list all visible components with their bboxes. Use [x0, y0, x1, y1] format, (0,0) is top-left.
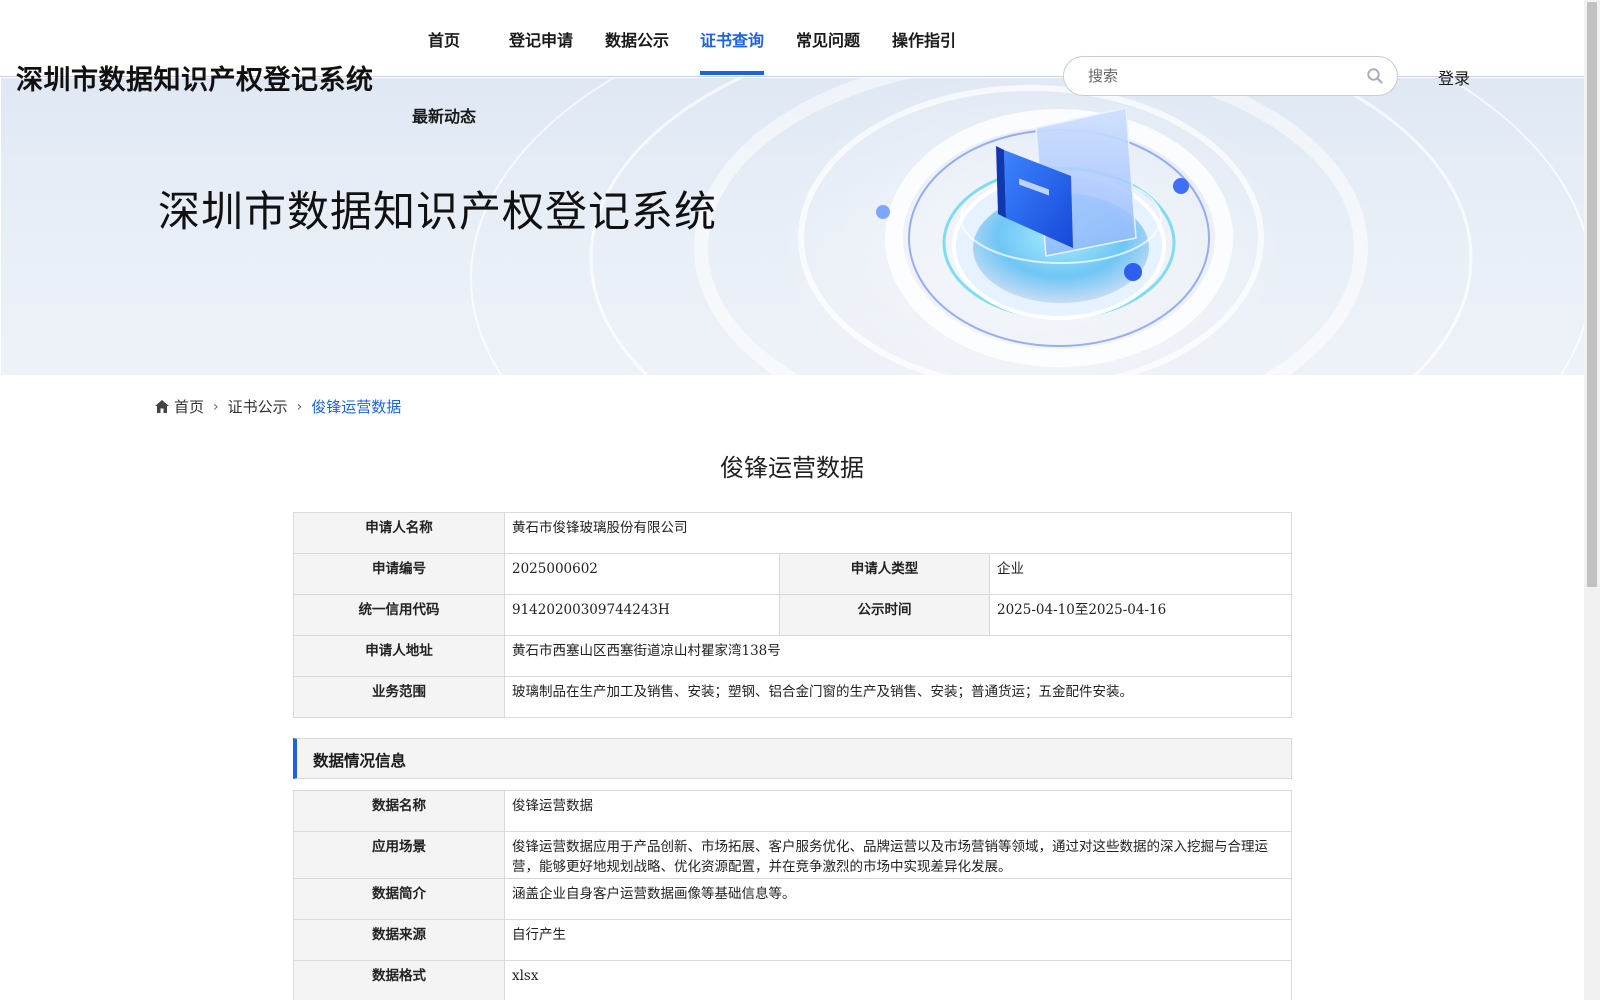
applicant-name-label: 申请人名称: [293, 512, 505, 554]
page: 深圳市数据知识产权登记系统 首页 登记申请 数据公示 证书查询 常见问题 操作指…: [0, 0, 1600, 1000]
data-info-section-header: 数据情况信息: [293, 738, 1292, 779]
search-input[interactable]: [1088, 65, 1348, 87]
nav-data-publicity[interactable]: 数据公示: [605, 27, 669, 51]
search-icon[interactable]: [1366, 67, 1384, 85]
applicant-name-value: 黄石市俊锋玻璃股份有限公司: [504, 512, 1292, 554]
table-row: 数据名称 俊锋运营数据: [293, 790, 1292, 832]
table-row: 统一信用代码 91420200309744243H 公示时间 2025-04-1…: [293, 594, 1292, 636]
home-icon: [155, 400, 169, 413]
table-row: 申请编号 2025000602 申请人类型 企业: [293, 553, 1292, 595]
hero-title: 深圳市数据知识产权登记系统: [158, 187, 718, 236]
data-info-table: 数据名称 俊锋运营数据 应用场景 俊锋运营数据应用于产品创新、市场拓展、客户服务…: [293, 790, 1292, 1000]
data-name-label: 数据名称: [293, 790, 505, 832]
data-summary-value: 涵盖企业自身客户运营数据画像等基础信息等。: [504, 878, 1292, 920]
scrollbar-thumb[interactable]: [1587, 2, 1597, 587]
data-name-value: 俊锋运营数据: [504, 790, 1292, 832]
breadcrumb-current: 俊锋运营数据: [311, 398, 402, 416]
business-scope-label: 业务范围: [293, 676, 505, 718]
credit-code-value: 91420200309744243H: [504, 594, 780, 636]
table-row: 申请人地址 黄石市西塞山区西塞街道凉山村瞿家湾138号: [293, 635, 1292, 677]
table-row: 数据格式 xlsx: [293, 960, 1292, 1000]
vertical-scrollbar[interactable]: [1584, 0, 1600, 1000]
publicity-period-label: 公示时间: [779, 594, 990, 636]
search-box[interactable]: [1063, 56, 1398, 96]
nav-faq[interactable]: 常见问题: [796, 27, 860, 51]
applicant-info-table: 申请人名称 黄石市俊锋玻璃股份有限公司 申请编号 2025000602 申请人类…: [293, 512, 1292, 718]
nav-active-indicator: [700, 71, 764, 75]
table-row: 应用场景 俊锋运营数据应用于产品创新、市场拓展、客户服务优化、品牌运营以及市场营…: [293, 831, 1292, 879]
nav-guide[interactable]: 操作指引: [892, 27, 956, 51]
data-source-label: 数据来源: [293, 919, 505, 961]
table-row: 数据来源 自行产生: [293, 919, 1292, 961]
business-scope-value: 玻璃制品在生产加工及销售、安装；塑钢、铝合金门窗的生产及销售、安装；普通货运；五…: [504, 676, 1292, 718]
applicant-type-value: 企业: [989, 553, 1292, 595]
breadcrumb: 首页 › 证书公示 › 俊锋运营数据: [155, 396, 401, 417]
applicant-address-label: 申请人地址: [293, 635, 505, 677]
breadcrumb-certificate-publicity[interactable]: 证书公示: [228, 396, 288, 417]
table-row: 数据简介 涵盖企业自身客户运营数据画像等基础信息等。: [293, 878, 1292, 920]
application-number-label: 申请编号: [293, 553, 505, 595]
data-source-value: 自行产生: [504, 919, 1292, 961]
nav-home[interactable]: 首页: [428, 27, 460, 51]
site-title: 深圳市数据知识产权登记系统: [16, 65, 374, 96]
table-row: 申请人名称 黄石市俊锋玻璃股份有限公司: [293, 512, 1292, 554]
nav-registration[interactable]: 登记申请: [509, 27, 573, 51]
data-summary-label: 数据简介: [293, 878, 505, 920]
page-title: 俊锋运营数据: [720, 454, 864, 482]
table-row: 业务范围 玻璃制品在生产加工及销售、安装；塑钢、铝合金门窗的生产及销售、安装；普…: [293, 676, 1292, 718]
applicant-address-value: 黄石市西塞山区西塞街道凉山村瞿家湾138号: [504, 635, 1292, 677]
data-format-label: 数据格式: [293, 960, 505, 1000]
chevron-right-icon: ›: [213, 398, 219, 415]
publicity-period-value: 2025-04-10至2025-04-16: [989, 594, 1292, 636]
credit-code-label: 统一信用代码: [293, 594, 505, 636]
section-title: 数据情况信息: [313, 751, 407, 770]
application-scenario-label: 应用场景: [293, 831, 505, 879]
applicant-type-label: 申请人类型: [779, 553, 990, 595]
nav-latest-news[interactable]: 最新动态: [412, 103, 476, 127]
application-scenario-value: 俊锋运营数据应用于产品创新、市场拓展、客户服务优化、品牌运营以及市场营销等领域，…: [504, 831, 1292, 879]
nav-certificate-query[interactable]: 证书查询: [700, 27, 764, 51]
breadcrumb-home[interactable]: 首页: [174, 396, 204, 417]
login-link[interactable]: 登录: [1438, 65, 1470, 89]
data-format-value: xlsx: [504, 960, 1292, 1000]
chevron-right-icon: ›: [296, 398, 303, 415]
application-number-value: 2025000602: [504, 553, 780, 595]
